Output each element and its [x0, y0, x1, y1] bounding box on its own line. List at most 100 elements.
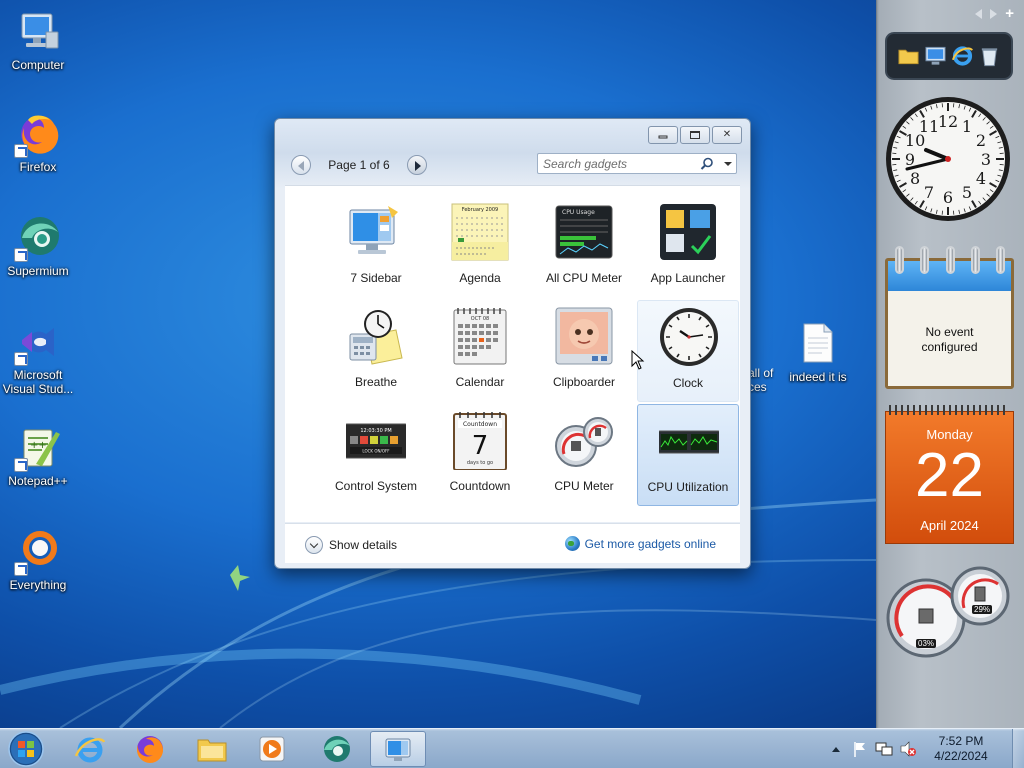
desktop-icon-visual-studio[interactable]: Microsoft Visual Stud...	[0, 318, 76, 396]
gadget-cpu-meter[interactable]: CPU Meter	[533, 404, 635, 506]
gadget-clipboarder[interactable]: Clipboarder	[533, 300, 635, 402]
clock-numeral: 12	[938, 112, 958, 131]
chevron-down-icon	[305, 536, 323, 554]
gadget-agenda[interactable]: February 2009 Agenda	[429, 196, 531, 298]
taskbar-firefox[interactable]	[122, 731, 178, 767]
desktop-icon-supermium[interactable]: Supermium	[0, 214, 76, 278]
start-button[interactable]	[4, 730, 48, 768]
clock-gadget[interactable]: 123456789101112	[885, 96, 1011, 222]
search-input[interactable]	[538, 154, 688, 173]
action-center-flag-icon[interactable]	[851, 740, 869, 758]
computer-icon[interactable]	[924, 44, 947, 68]
supermium-icon	[324, 736, 350, 762]
media-player-icon	[259, 736, 285, 762]
calendar-month-text: OCT 08	[471, 316, 489, 322]
minimize-button[interactable]	[648, 126, 678, 144]
gadget-label: Control System	[334, 479, 418, 493]
add-gadget-icon[interactable]: +	[1005, 6, 1014, 21]
gallery-footer: Show details Get more gadgets online	[285, 523, 740, 563]
chevron-right-icon[interactable]	[990, 9, 998, 19]
network-icon[interactable]	[875, 740, 893, 758]
countdown-sub-text: days to go	[467, 460, 493, 466]
taskbar-supermium[interactable]	[308, 731, 364, 767]
clock-numeral: 2	[976, 131, 986, 150]
shortcut-arrow-icon	[14, 458, 28, 472]
get-more-gadgets-link[interactable]: Get more gadgets online	[564, 536, 716, 551]
control-system-gadget-icon: 12:03:30 PM LOCK ON/OFF	[346, 423, 406, 459]
desktop: Computer Firefox Supermium Microsoft Vis…	[0, 0, 876, 728]
search-icon[interactable]	[700, 157, 714, 171]
close-button[interactable]: ✕	[712, 126, 742, 144]
volume-muted-icon[interactable]	[899, 740, 917, 758]
close-icon: ✕	[722, 129, 732, 140]
shortcut-arrow-icon	[14, 248, 28, 262]
day-number: 22	[915, 441, 984, 510]
taskbar-clock[interactable]: 7:52 PM 4/22/2024	[928, 734, 994, 764]
internet-explorer-icon	[74, 737, 106, 763]
desktop-icon-label: Supermium	[7, 264, 69, 278]
gadget-calendar[interactable]: OCT 08 Calendar	[429, 300, 531, 402]
desktop-icon-label: Firefox	[19, 160, 57, 174]
ring-icon	[920, 246, 930, 274]
chip-icon	[918, 608, 934, 624]
desktop-icon-label: Notepad++	[8, 474, 68, 488]
spiral-binding	[889, 405, 1009, 415]
gadget-breathe[interactable]: Breathe	[325, 300, 427, 402]
pager: Page 1 of 6	[291, 154, 427, 176]
weekday-label: Monday	[926, 427, 973, 442]
search-box	[537, 153, 737, 174]
svg-text:++: ++	[30, 440, 47, 451]
date-gadget[interactable]: Monday 22 April 2024	[885, 405, 1014, 544]
gadget-label: Countdown	[449, 479, 511, 493]
show-hidden-icons-icon[interactable]	[827, 740, 845, 758]
taskbar-internet-explorer[interactable]	[62, 731, 118, 767]
mouse-cursor-icon	[631, 350, 645, 370]
taskbar-file-explorer[interactable]	[184, 731, 240, 767]
cpu-meter-gadget[interactable]: 03% 29%	[884, 564, 1012, 660]
ring-icon	[970, 246, 980, 274]
gadget-label: CPU Utilization	[647, 480, 729, 494]
gadget-control-system[interactable]: 12:03:30 PM LOCK ON/OFF Control System	[325, 404, 427, 506]
cpu-usage-title-text: CPU Usage	[562, 209, 595, 216]
taskbar-gadgets[interactable]	[370, 731, 426, 767]
agenda-title-text: February 2009	[462, 207, 498, 213]
desktop-icon-computer[interactable]: Computer	[0, 8, 76, 72]
minimize-icon	[658, 135, 668, 139]
show-details-toggle[interactable]: Show details	[305, 536, 397, 554]
supermium-icon	[14, 214, 62, 262]
system-tray: 7:52 PM 4/22/2024	[824, 729, 1012, 768]
folder-icon[interactable]	[897, 44, 920, 68]
taskbar-media-player[interactable]	[244, 731, 300, 767]
everything-icon	[14, 528, 62, 576]
desktop-icon-everything[interactable]: Everything	[0, 528, 76, 592]
globe-icon	[564, 536, 580, 551]
chevron-left-icon[interactable]	[975, 9, 983, 19]
clock-numeral: 3	[981, 150, 991, 169]
calendar-note-gadget[interactable]: No event configured	[885, 246, 1014, 389]
restore-button[interactable]	[680, 126, 710, 144]
show-desktop-button[interactable]	[1012, 729, 1024, 768]
gadget-app-launcher[interactable]: App Launcher	[637, 196, 739, 298]
taskbar: 7:52 PM 4/22/2024	[0, 728, 1024, 768]
next-page-button[interactable]	[407, 155, 427, 175]
desktop-icon-text-file[interactable]: indeed it is	[780, 320, 856, 384]
hidden-desktop-label: all of	[748, 366, 774, 380]
gadget-7-sidebar[interactable]: 7 Sidebar	[325, 196, 427, 298]
gadget-clock[interactable]: Clock	[637, 300, 739, 402]
desktop-icon-firefox[interactable]: Firefox	[0, 110, 76, 174]
gadget-all-cpu-meter[interactable]: CPU Usage All CPU Meter	[533, 196, 635, 298]
chevron-down-icon[interactable]	[724, 162, 732, 166]
clock-numeral: 5	[962, 183, 972, 202]
cpu-meter-gadget-icon	[555, 417, 613, 467]
gadget-cpu-utilization[interactable]: CPU Utilization	[637, 404, 739, 506]
gadget-countdown[interactable]: Countdown 7 days to go Countdown	[429, 404, 531, 506]
clock-time: 7:52 PM	[938, 734, 984, 748]
text-file-icon	[794, 320, 842, 368]
previous-page-button[interactable]	[291, 155, 311, 175]
desktop-icon-notepadpp[interactable]: ++ Notepad++	[0, 424, 76, 488]
ring-icon	[996, 246, 1005, 274]
desktop-icon-label: Computer	[11, 58, 65, 72]
internet-explorer-icon[interactable]	[951, 44, 974, 68]
clock-gadget-icon	[660, 308, 718, 366]
recycle-bin-icon[interactable]	[978, 44, 1001, 68]
